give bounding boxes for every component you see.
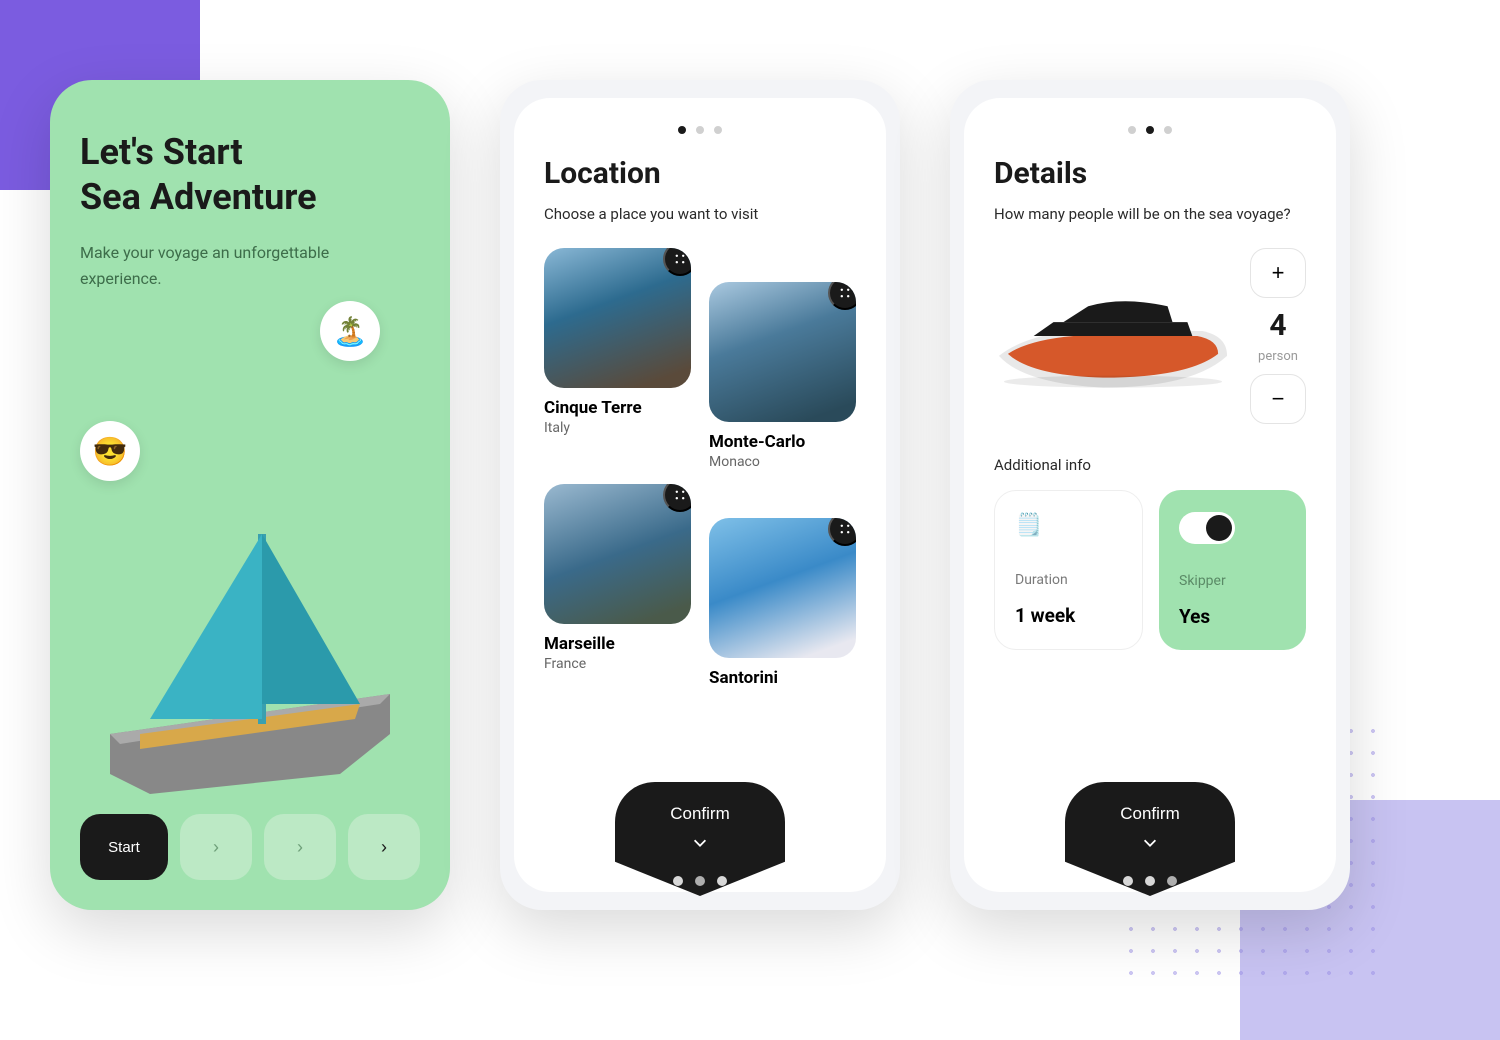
grip-dots-icon: [672, 487, 688, 503]
grip-dots-icon: [672, 251, 688, 267]
bubble-cool-icon: 😎: [80, 421, 140, 481]
details-subtitle: How many people will be on the sea voyag…: [994, 203, 1306, 226]
chevron-right-icon: ›: [213, 837, 219, 858]
step-next-3[interactable]: ›: [348, 814, 420, 880]
people-count: 4: [1269, 308, 1286, 343]
onboarding-title: Let's Start Sea Adventure: [80, 130, 420, 220]
step-next-1[interactable]: ›: [180, 814, 252, 880]
skipper-value: Yes: [1179, 605, 1286, 628]
location-photo: [709, 282, 856, 422]
location-name: Marseille: [544, 634, 691, 654]
pager-dot: [714, 126, 722, 134]
onboarding-illustration: 🏝️ 😎: [80, 301, 420, 814]
chevron-right-icon: ›: [381, 837, 387, 858]
pager-top: [544, 126, 856, 134]
pager-dot: [695, 876, 705, 886]
pager-dot: [678, 126, 686, 134]
confirm-label: Confirm: [670, 804, 730, 824]
pager-top: [994, 126, 1306, 134]
confirm-label: Confirm: [1120, 804, 1180, 824]
toggle-knob: [1206, 515, 1232, 541]
add-location-button[interactable]: [828, 282, 856, 310]
bubble-palm-icon: 🏝️: [320, 301, 380, 361]
additional-info-label: Additional info: [994, 456, 1306, 474]
chevron-right-icon: ›: [297, 837, 303, 858]
location-card-cinque-terre[interactable]: Cinque Terre Italy: [544, 248, 691, 470]
location-photo: [709, 518, 856, 658]
speedboat-icon: [994, 271, 1232, 401]
pager-dot: [1146, 126, 1154, 134]
increment-button[interactable]: +: [1250, 248, 1306, 298]
decrement-button[interactable]: −: [1250, 374, 1306, 424]
pager-dot: [717, 876, 727, 886]
location-card-monte-carlo[interactable]: Monte-Carlo Monaco: [709, 282, 856, 470]
step-next-2[interactable]: ›: [264, 814, 336, 880]
skipper-card[interactable]: Skipper Yes: [1159, 490, 1306, 650]
start-button[interactable]: Start: [80, 814, 168, 880]
location-name: Cinque Terre: [544, 398, 691, 418]
pager-dot: [1145, 876, 1155, 886]
grip-dots-icon: [837, 521, 853, 537]
skipper-toggle[interactable]: [1179, 512, 1235, 544]
location-country: France: [544, 656, 691, 672]
location-subtitle: Choose a place you want to visit: [544, 203, 856, 226]
location-photo: [544, 484, 691, 624]
chevron-down-icon: [691, 834, 709, 852]
location-photo: [544, 248, 691, 388]
sailboat-icon: [80, 494, 420, 794]
screen-details: Details How many people will be on the s…: [950, 80, 1350, 910]
minus-icon: −: [1272, 386, 1285, 412]
people-unit: person: [1258, 349, 1298, 364]
location-name: Monte-Carlo: [709, 432, 856, 452]
pager-dot: [1128, 126, 1136, 134]
screen-onboarding: Let's Start Sea Adventure Make your voya…: [50, 80, 450, 910]
pager-bottom: [1123, 876, 1177, 886]
pager-bottom: [673, 876, 727, 886]
duration-label: Duration: [1015, 572, 1122, 588]
location-country: Italy: [544, 420, 691, 436]
duration-value: 1 week: [1015, 604, 1122, 627]
location-title: Location: [544, 156, 856, 191]
pager-dot: [1167, 876, 1177, 886]
duration-card[interactable]: 🗒️ Duration 1 week: [994, 490, 1143, 650]
location-card-santorini[interactable]: Santorini: [709, 518, 856, 690]
onboarding-subtitle: Make your voyage an unforgettable experi…: [80, 240, 380, 291]
details-title: Details: [994, 156, 1306, 191]
location-country: Monaco: [709, 454, 856, 470]
notepad-icon: 🗒️: [1015, 513, 1122, 538]
pager-dot: [673, 876, 683, 886]
screen-location: Location Choose a place you want to visi…: [500, 80, 900, 910]
plus-icon: +: [1272, 260, 1285, 286]
grip-dots-icon: [837, 285, 853, 301]
add-location-button[interactable]: [663, 248, 691, 276]
chevron-down-icon: [1141, 834, 1159, 852]
pager-dot: [1164, 126, 1172, 134]
add-location-button[interactable]: [828, 518, 856, 546]
add-location-button[interactable]: [663, 484, 691, 512]
location-card-marseille[interactable]: Marseille France: [544, 484, 691, 690]
pager-dot: [1123, 876, 1133, 886]
skipper-label: Skipper: [1179, 573, 1286, 589]
pager-dot: [696, 126, 704, 134]
location-name: Santorini: [709, 668, 856, 688]
